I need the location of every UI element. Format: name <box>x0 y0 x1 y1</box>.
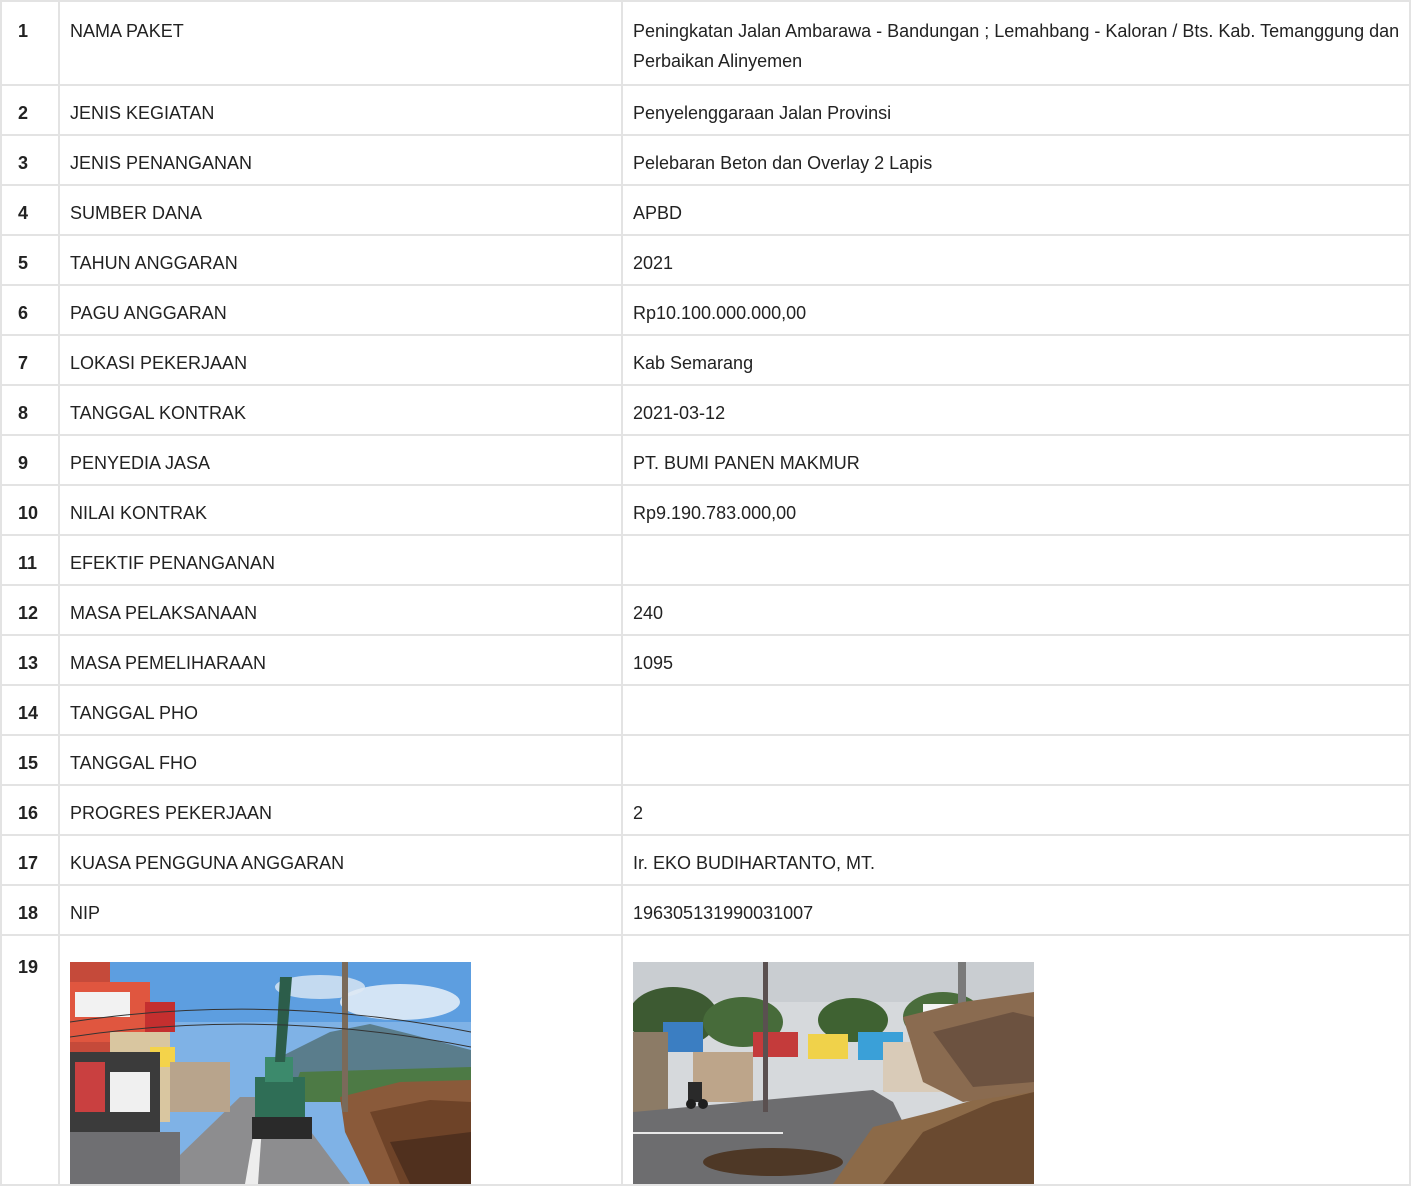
table-row: 13 MASA PEMELIHARAAN 1095 <box>0 634 1411 686</box>
table-row: 14 TANGGAL PHO <box>0 684 1411 736</box>
row-value: Peningkatan Jalan Ambarawa - Bandungan ;… <box>621 0 1411 86</box>
table-row: 3 JENIS PENANGANAN Pelebaran Beton dan O… <box>0 134 1411 186</box>
table-row: 9 PENYEDIA JASA PT. BUMI PANEN MAKMUR <box>0 434 1411 486</box>
row-label: NIP <box>58 884 623 936</box>
table-row: 4 SUMBER DANA APBD <box>0 184 1411 236</box>
row-number: 15 <box>0 734 60 786</box>
row-number: 17 <box>0 834 60 886</box>
row-number: 13 <box>0 634 60 686</box>
photo-cell-2 <box>621 934 1411 1186</box>
row-number: 1 <box>0 0 60 86</box>
row-number: 16 <box>0 784 60 836</box>
table-row: 1 NAMA PAKET Peningkatan Jalan Ambarawa … <box>0 0 1411 86</box>
row-label: EFEKTIF PENANGANAN <box>58 534 623 586</box>
table-row: 6 PAGU ANGGARAN Rp10.100.000.000,00 <box>0 284 1411 336</box>
row-number: 14 <box>0 684 60 736</box>
row-label: JENIS KEGIATAN <box>58 84 623 136</box>
row-label: SUMBER DANA <box>58 184 623 236</box>
project-info-table: 1 NAMA PAKET Peningkatan Jalan Ambarawa … <box>0 0 1411 1186</box>
row-value: Ir. EKO BUDIHARTANTO, MT. <box>621 834 1411 886</box>
row-value <box>621 684 1411 736</box>
table-row: 12 MASA PELAKSANAAN 240 <box>0 584 1411 636</box>
row-value: 196305131990031007 <box>621 884 1411 936</box>
row-label: TANGGAL PHO <box>58 684 623 736</box>
row-label: PENYEDIA JASA <box>58 434 623 486</box>
row-label: TAHUN ANGGARAN <box>58 234 623 286</box>
row-label: LOKASI PEKERJAAN <box>58 334 623 386</box>
row-value: Rp9.190.783.000,00 <box>621 484 1411 536</box>
row-number: 7 <box>0 334 60 386</box>
row-value: APBD <box>621 184 1411 236</box>
table-row: 16 PROGRES PEKERJAAN 2 <box>0 784 1411 836</box>
row-number: 4 <box>0 184 60 236</box>
table-row: 8 TANGGAL KONTRAK 2021-03-12 <box>0 384 1411 436</box>
row-number: 19 <box>0 934 60 1186</box>
table-row: 5 TAHUN ANGGARAN 2021 <box>0 234 1411 286</box>
row-value: 240 <box>621 584 1411 636</box>
row-number: 10 <box>0 484 60 536</box>
row-value: Pelebaran Beton dan Overlay 2 Lapis <box>621 134 1411 186</box>
table-row: 2 JENIS KEGIATAN Penyelenggaraan Jalan P… <box>0 84 1411 136</box>
row-number: 18 <box>0 884 60 936</box>
row-number: 8 <box>0 384 60 436</box>
table-row: 7 LOKASI PEKERJAAN Kab Semarang <box>0 334 1411 386</box>
table-row: 18 NIP 196305131990031007 <box>0 884 1411 936</box>
row-number: 12 <box>0 584 60 636</box>
row-value: Penyelenggaraan Jalan Provinsi <box>621 84 1411 136</box>
row-value <box>621 734 1411 786</box>
row-value: 1095 <box>621 634 1411 686</box>
row-value: PT. BUMI PANEN MAKMUR <box>621 434 1411 486</box>
table-row: 10 NILAI KONTRAK Rp9.190.783.000,00 <box>0 484 1411 536</box>
construction-photo-1[interactable] <box>70 962 471 1184</box>
row-value: Rp10.100.000.000,00 <box>621 284 1411 336</box>
row-label: NAMA PAKET <box>58 0 623 86</box>
construction-photo-1-image <box>70 962 471 1184</box>
table-row: 15 TANGGAL FHO <box>0 734 1411 786</box>
row-label: PAGU ANGGARAN <box>58 284 623 336</box>
row-number: 2 <box>0 84 60 136</box>
row-value: 2021 <box>621 234 1411 286</box>
row-number: 6 <box>0 284 60 336</box>
row-number: 5 <box>0 234 60 286</box>
row-value <box>621 534 1411 586</box>
row-label: KUASA PENGGUNA ANGGARAN <box>58 834 623 886</box>
table-row: 17 KUASA PENGGUNA ANGGARAN Ir. EKO BUDIH… <box>0 834 1411 886</box>
row-label: PROGRES PEKERJAAN <box>58 784 623 836</box>
row-label: TANGGAL KONTRAK <box>58 384 623 436</box>
table-row: 11 EFEKTIF PENANGANAN <box>0 534 1411 586</box>
photo-row: 19 <box>0 934 1411 1186</box>
construction-photo-2[interactable] <box>633 962 1034 1184</box>
row-label: NILAI KONTRAK <box>58 484 623 536</box>
row-label: MASA PEMELIHARAAN <box>58 634 623 686</box>
row-number: 9 <box>0 434 60 486</box>
construction-photo-2-image <box>633 962 1034 1184</box>
row-number: 3 <box>0 134 60 186</box>
row-label: TANGGAL FHO <box>58 734 623 786</box>
photo-cell-1 <box>58 934 623 1186</box>
row-value: 2 <box>621 784 1411 836</box>
row-value: Kab Semarang <box>621 334 1411 386</box>
row-label: MASA PELAKSANAAN <box>58 584 623 636</box>
row-value: 2021-03-12 <box>621 384 1411 436</box>
row-number: 11 <box>0 534 60 586</box>
row-label: JENIS PENANGANAN <box>58 134 623 186</box>
